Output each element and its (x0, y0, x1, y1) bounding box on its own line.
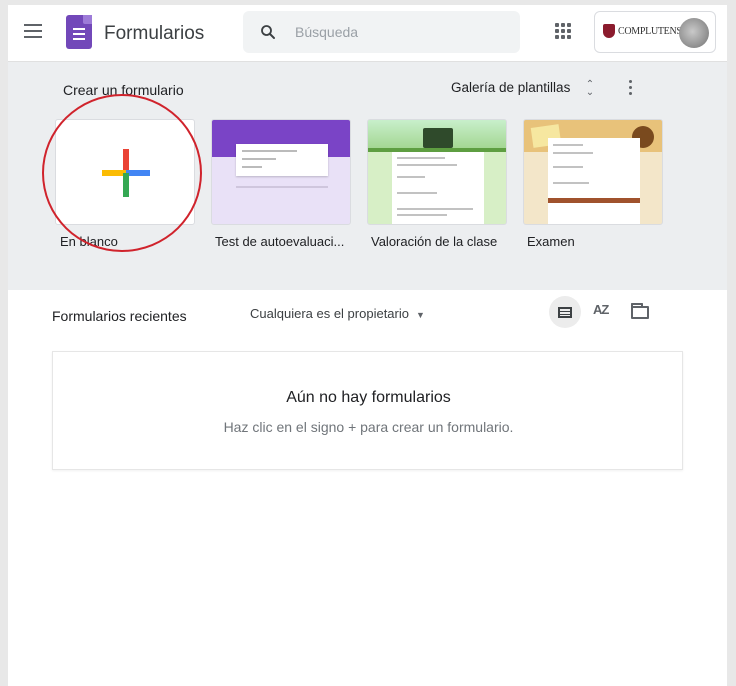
forms-logo-icon[interactable] (66, 15, 92, 49)
university-crest-icon (603, 24, 615, 38)
class-evaluation-template-card[interactable] (367, 119, 507, 225)
folder-icon[interactable] (631, 303, 649, 319)
empty-state-subtitle: Haz clic en el signo + para crear un for… (223, 419, 514, 435)
exam-template-card[interactable] (523, 119, 663, 225)
top-app-bar: Formularios Búsqueda COMPLUTENSE (8, 5, 727, 62)
search-placeholder: Búsqueda (295, 24, 359, 40)
avatar[interactable] (679, 18, 709, 48)
search-icon[interactable] (259, 23, 277, 41)
forms-home-window: Formularios Búsqueda COMPLUTENSE Crear u… (8, 5, 727, 686)
owner-filter-label: Cualquiera es el propietario (250, 306, 409, 321)
self-assessment-template-label[interactable]: Test de autoevaluaci... (215, 234, 344, 249)
owner-filter-dropdown[interactable]: Cualquiera es el propietario ▼ (250, 306, 425, 321)
list-view-icon (558, 307, 572, 318)
empty-state-panel: Aún no hay formularios Haz clic en el si… (52, 351, 683, 470)
empty-state-title: Aún no hay formularios (286, 389, 451, 406)
account-switcher[interactable]: COMPLUTENSE (594, 11, 716, 53)
template-gallery-button[interactable]: Galería de plantillas (451, 80, 570, 95)
dropdown-arrow-icon: ▼ (415, 310, 425, 320)
self-assessment-template-card[interactable] (211, 119, 351, 225)
app-title[interactable]: Formularios (104, 23, 204, 45)
template-gallery-section: Crear un formulario Galería de plantilla… (8, 62, 727, 290)
organization-logo: COMPLUTENSE (603, 24, 688, 38)
create-form-heading: Crear un formulario (63, 82, 184, 98)
google-apps-icon[interactable] (555, 23, 571, 39)
search-input[interactable]: Búsqueda (243, 11, 520, 53)
hamburger-menu-icon[interactable] (24, 24, 42, 38)
blank-form-card[interactable] (55, 119, 195, 225)
recent-forms-heading: Formularios recientes (52, 308, 187, 324)
list-view-button[interactable] (549, 296, 581, 328)
exam-template-label[interactable]: Examen (527, 234, 575, 249)
organization-logo-text: COMPLUTENSE (618, 25, 688, 37)
school-sign-icon (423, 128, 453, 148)
class-evaluation-template-label[interactable]: Valoración de la clase (371, 234, 497, 249)
plus-icon (102, 149, 150, 197)
blank-form-label[interactable]: En blanco (60, 234, 118, 249)
sort-az-icon[interactable]: AZ (593, 302, 609, 317)
unfold-more-icon[interactable]: ⌃ ⌄ (585, 80, 595, 99)
more-options-icon[interactable] (629, 80, 633, 98)
